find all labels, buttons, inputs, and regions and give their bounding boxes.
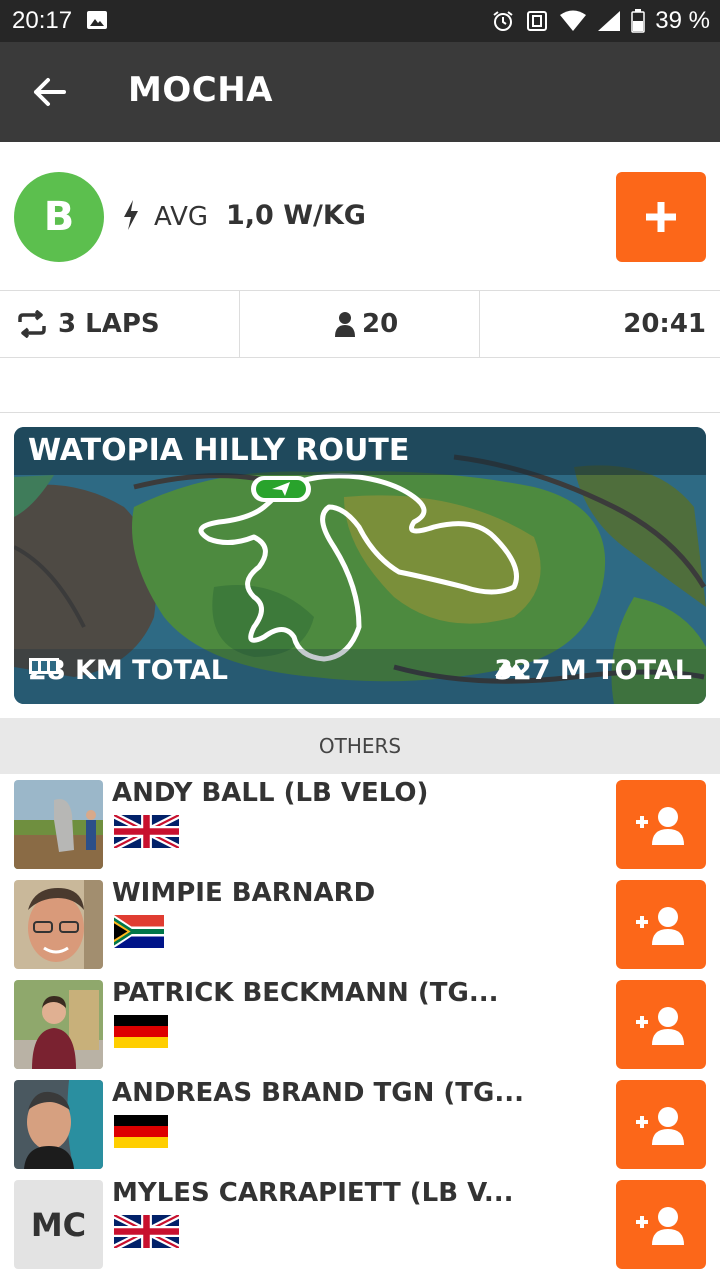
rider-list-item[interactable]: MC MYLES CARRAPIETT (LB V... [0,1174,720,1274]
avatar [14,980,103,1069]
wifi-icon [560,10,587,31]
app-bar: MOCHA [0,42,720,142]
odometer-icon [29,658,59,674]
page-title: MOCHA [128,70,273,110]
avatar [14,880,103,969]
avatar [14,1080,103,1169]
route-map-card[interactable]: WATOPIA HILLY ROUTE 28 KM TOTAL 327 M TO… [14,427,706,704]
rider-name: PATRICK BECKMANN (TG... [112,978,499,1008]
status-icons: 39 % [491,7,710,35]
mountain-icon [495,659,526,676]
start-time-stat: 20:41 [623,291,706,357]
germany-flag-icon [114,1015,168,1048]
alarm-icon [493,11,513,31]
join-button[interactable] [616,172,706,262]
lightning-icon [124,200,138,230]
follow-button[interactable] [616,780,706,869]
route-elevation: 327 M TOTAL [494,655,692,686]
rider-list-item[interactable]: WIMPIE BARNARD [0,874,720,974]
event-stats: 3 LAPS 20 20:41 [0,291,720,358]
add-user-icon [636,1206,684,1245]
battery-level: 39 % [655,7,710,34]
battery-icon [631,9,646,33]
rider-name: ANDY BALL (LB VELO) [112,778,429,808]
rider-name: ANDREAS BRAND TGN (TG... [112,1078,524,1108]
follow-button[interactable] [616,880,706,969]
signal-icon [598,11,621,31]
status-bar: 20:17 39 % [0,0,720,42]
section-header: OTHERS [0,718,720,774]
rider-name: MYLES CARRAPIETT (LB V... [112,1178,514,1208]
image-notification-icon [87,11,107,29]
avg-label: AVG [154,202,209,232]
follow-button[interactable] [616,1080,706,1169]
uk-flag-icon [114,1215,179,1248]
add-user-icon [636,1006,684,1045]
route-distance: 28 KM TOTAL [28,655,228,686]
rider-list-item[interactable]: ANDY BALL (LB VELO) [0,774,720,874]
riders-value: 20 [362,309,399,339]
follow-button[interactable] [616,980,706,1069]
follow-button[interactable] [616,1180,706,1269]
divider [0,412,720,413]
rider-list-item[interactable]: PATRICK BECKMANN (TG... [0,974,720,1074]
uk-flag-icon [114,815,179,848]
riders-stat: 20 [334,291,398,357]
add-user-icon [636,906,684,945]
vibrate-icon [527,11,548,31]
add-user-icon [636,1106,684,1145]
event-summary: B AVG 1,0 W/KG [0,142,720,291]
stat-divider [239,291,240,357]
add-user-icon [636,806,684,845]
route-name: WATOPIA HILLY ROUTE [28,433,410,468]
back-arrow-icon[interactable] [30,70,70,114]
rider-name: WIMPIE BARNARD [112,878,376,908]
avatar [14,780,103,869]
category-badge: B [14,172,104,262]
plus-icon [646,202,676,232]
start-time-value: 20:41 [623,309,706,339]
south-africa-flag-icon [114,915,164,948]
rider-list-item[interactable]: ANDREAS BRAND TGN (TG... [0,1074,720,1174]
laps-value: 3 LAPS [58,309,160,339]
germany-flag-icon [114,1115,168,1148]
rider-count-icon [335,312,355,337]
laps-stat: 3 LAPS [16,291,160,357]
laps-icon [18,310,46,338]
stat-divider [479,291,480,357]
avatar-initials: MC [14,1180,103,1269]
section-title: OTHERS [318,734,402,758]
status-time: 20:17 [12,7,73,34]
avg-value: 1,0 W/KG [226,200,366,231]
